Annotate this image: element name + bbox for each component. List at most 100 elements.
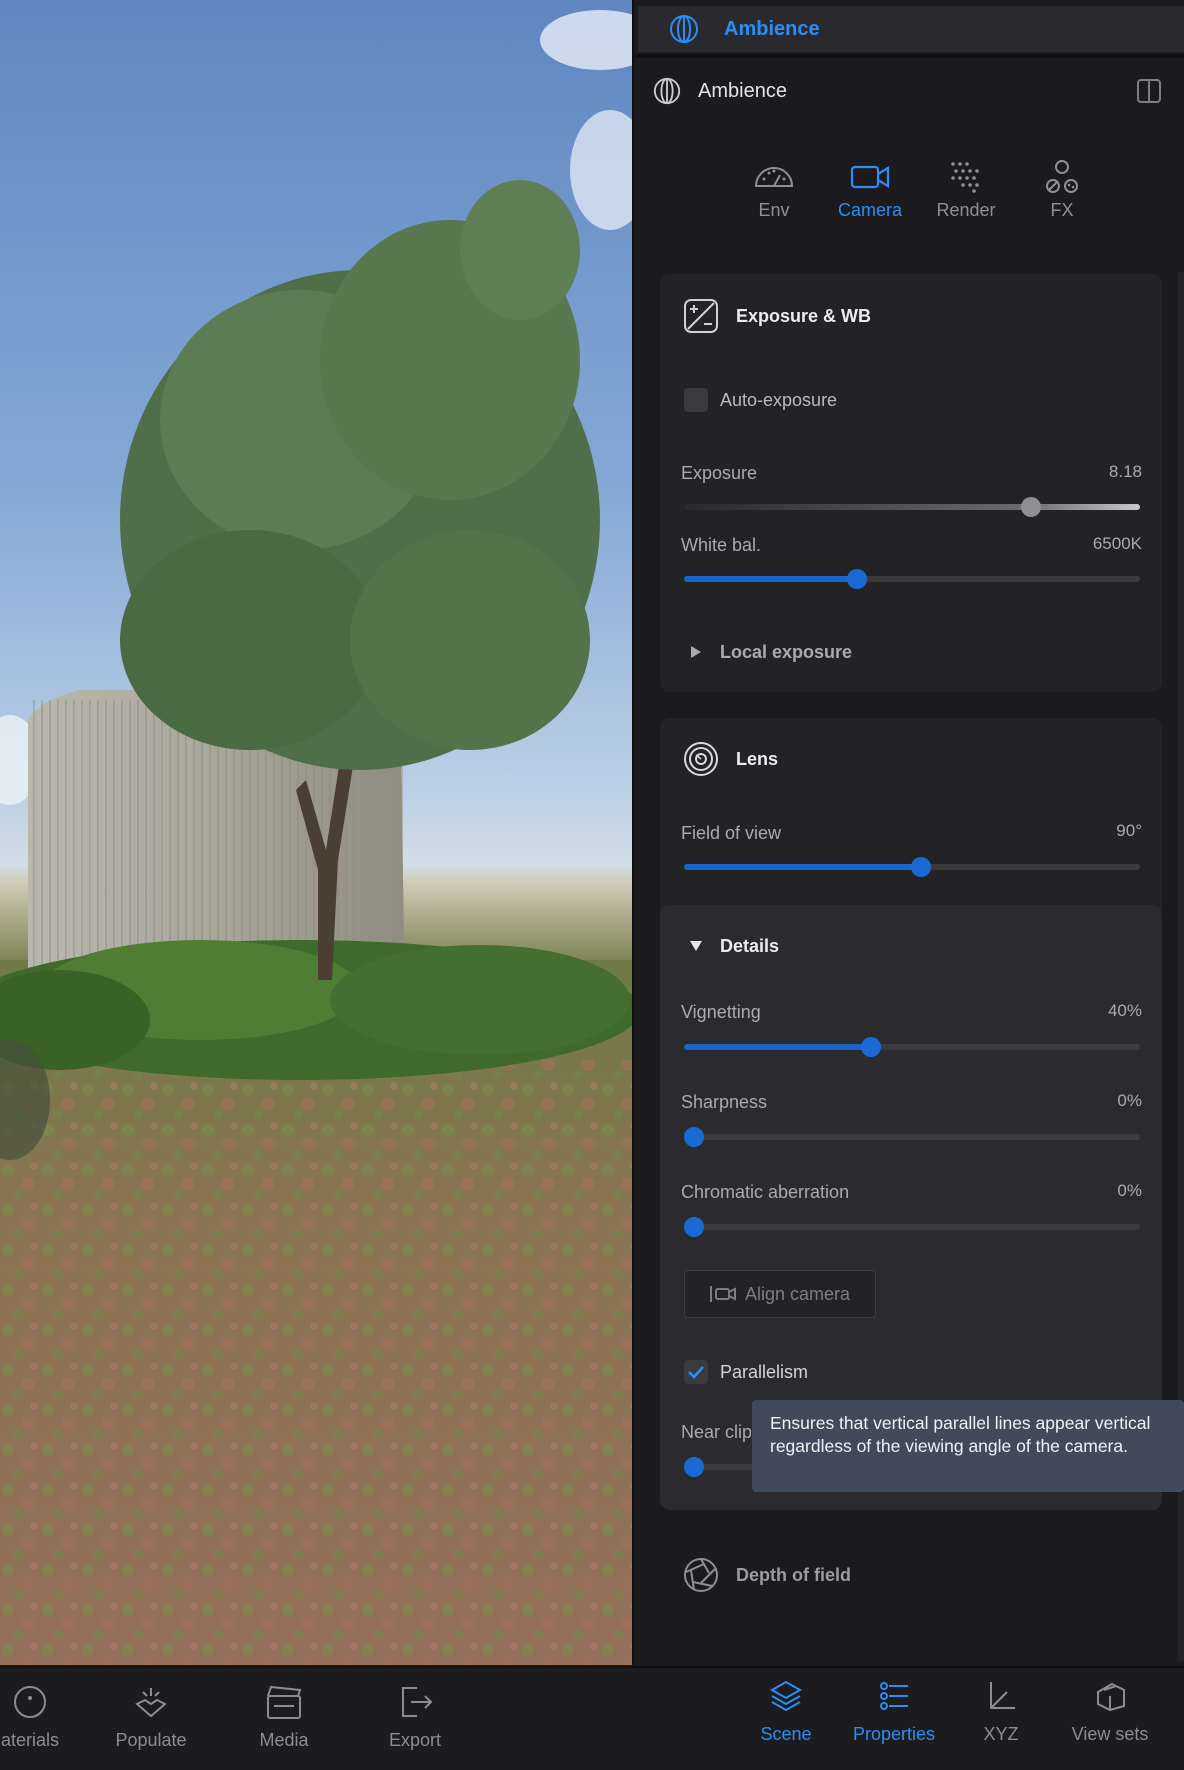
- separator: [634, 54, 1184, 58]
- near-clip-slider[interactable]: [684, 1457, 754, 1477]
- nav-populate[interactable]: Populate: [96, 1682, 206, 1751]
- tab-render[interactable]: Render: [918, 160, 1014, 221]
- panel-title: Ambience: [698, 79, 787, 102]
- panel-topbar: Ambience: [638, 6, 1184, 52]
- exposure-icon: [684, 299, 718, 333]
- tab-fx[interactable]: FX: [1014, 160, 1110, 221]
- align-camera-label: Align camera: [745, 1283, 851, 1304]
- expand-triangle-icon[interactable]: [690, 645, 702, 659]
- collapse-triangle-icon[interactable]: [689, 940, 703, 952]
- ambience-icon: [670, 15, 698, 43]
- details-title[interactable]: Details: [720, 936, 779, 957]
- view-sets-icon: [1097, 1682, 1125, 1712]
- chromatic-aberration-value: 0%: [1117, 1181, 1142, 1200]
- materials-icon: [14, 1686, 46, 1718]
- checkmark-icon: [688, 1366, 704, 1379]
- depth-of-field-title: Depth of field: [736, 1564, 851, 1585]
- nav-populate-label: Populate: [115, 1730, 187, 1750]
- tab-camera-label: Camera: [837, 200, 903, 220]
- ambience-icon: [653, 77, 681, 105]
- chromatic-aberration-slider-knob[interactable]: [684, 1217, 704, 1237]
- field-of-view-slider-fill: [684, 864, 921, 870]
- auto-exposure-label: Auto-exposure: [720, 390, 838, 410]
- field-of-view-label: Field of view: [681, 823, 782, 843]
- white-balance-slider-knob[interactable]: [847, 569, 867, 589]
- nav-scene-label: Scene: [760, 1724, 812, 1744]
- lens-title: Lens: [736, 748, 779, 769]
- nav-media[interactable]: Media: [229, 1682, 339, 1751]
- nav-export-label: Export: [388, 1730, 442, 1750]
- populate-icon: [135, 1688, 167, 1718]
- nav-scene[interactable]: Scene: [731, 1676, 841, 1745]
- tab-render-label: Render: [936, 200, 996, 220]
- depth-of-field-header[interactable]: Depth of field: [682, 1556, 851, 1594]
- white-balance-slider-fill: [684, 576, 857, 582]
- sharpness-value: 0%: [1117, 1091, 1142, 1110]
- vignetting-value: 40%: [1107, 1001, 1142, 1020]
- chromatic-aberration-label: Chromatic aberration: [681, 1182, 850, 1202]
- tab-env[interactable]: Env: [726, 160, 822, 221]
- vignetting-label: Vignetting: [681, 1002, 761, 1022]
- white-balance-value: 6500K: [1092, 534, 1142, 553]
- vignetting-slider[interactable]: [684, 1037, 1140, 1057]
- nav-view-sets-label: View sets: [1071, 1724, 1149, 1744]
- white-balance-slider[interactable]: [684, 569, 1140, 589]
- nav-export[interactable]: Export: [360, 1682, 470, 1751]
- field-of-view-value: 90°: [1116, 821, 1142, 840]
- viewport-scene: [0, 10, 632, 1665]
- nav-view-sets[interactable]: View sets: [1055, 1676, 1165, 1745]
- render-dots-icon: [951, 162, 979, 193]
- export-icon: [402, 1687, 433, 1717]
- nav-materials[interactable]: aterials: [0, 1682, 85, 1751]
- clapperboard-icon: [267, 1685, 302, 1719]
- properties-sliders-icon: [880, 1682, 908, 1710]
- tab-camera[interactable]: Camera: [822, 160, 918, 221]
- nav-properties-label: Properties: [852, 1724, 936, 1744]
- panel-header: Ambience: [634, 70, 1184, 112]
- nav-xyz[interactable]: XYZ: [946, 1676, 1056, 1745]
- vignetting-slider-knob[interactable]: [861, 1037, 881, 1057]
- near-clip-slider-knob[interactable]: [684, 1457, 704, 1477]
- sharpness-slider[interactable]: [684, 1127, 1140, 1147]
- exposure-slider[interactable]: [684, 497, 1140, 517]
- field-of-view-slider-knob[interactable]: [911, 857, 931, 877]
- white-balance-label: White bal.: [681, 535, 762, 555]
- align-camera-icon: [710, 1286, 736, 1302]
- nav-properties[interactable]: Properties: [839, 1676, 949, 1745]
- parallelism-tooltip: Ensures that vertical parallel lines app…: [752, 1400, 1184, 1492]
- exposure-value: 8.18: [1108, 462, 1142, 481]
- sharpness-label: Sharpness: [681, 1092, 768, 1112]
- local-exposure-label[interactable]: Local exposure: [720, 642, 852, 663]
- video-camera-icon: [850, 165, 890, 189]
- sharpness-slider-knob[interactable]: [684, 1127, 704, 1147]
- parallelism-checkbox[interactable]: [684, 1360, 708, 1384]
- exposure-wb-header[interactable]: Exposure & WB: [682, 297, 871, 335]
- nav-materials-label: aterials: [0, 1730, 60, 1750]
- nav-media-label: Media: [259, 1730, 309, 1750]
- near-clip-label: Near clip: [681, 1422, 751, 1442]
- nav-xyz-label: XYZ: [983, 1724, 1019, 1744]
- tab-env-label: Env: [758, 200, 790, 220]
- lens-icon: [684, 742, 718, 776]
- gauge-icon: [754, 167, 794, 187]
- aperture-icon: [684, 1558, 718, 1592]
- exposure-label: Exposure: [681, 463, 758, 483]
- field-of-view-slider[interactable]: [684, 857, 1140, 877]
- parallelism-label: Parallelism: [720, 1362, 809, 1382]
- ambience-tabs: Env Camera Render FX: [726, 160, 1110, 221]
- chromatic-aberration-slider[interactable]: [684, 1217, 1140, 1237]
- layers-icon: [769, 1680, 803, 1712]
- exposure-wb-title: Exposure & WB: [736, 305, 872, 326]
- auto-exposure-checkbox[interactable]: [684, 388, 708, 412]
- topbar-title: Ambience: [724, 17, 820, 40]
- lens-header[interactable]: Lens: [682, 740, 778, 778]
- 3d-viewport[interactable]: [0, 0, 632, 1665]
- align-camera-button[interactable]: Align camera: [684, 1270, 876, 1318]
- vignetting-slider-fill: [684, 1044, 871, 1050]
- axes-icon: [990, 1682, 1015, 1709]
- split-view-icon[interactable]: [1136, 78, 1162, 104]
- exposure-slider-knob[interactable]: [1021, 497, 1041, 517]
- bottom-navigation: aterials Populate Media Export Scene Pro…: [0, 1666, 1184, 1770]
- fx-circles-icon: [1046, 160, 1078, 193]
- tab-fx-label: FX: [1050, 200, 1074, 220]
